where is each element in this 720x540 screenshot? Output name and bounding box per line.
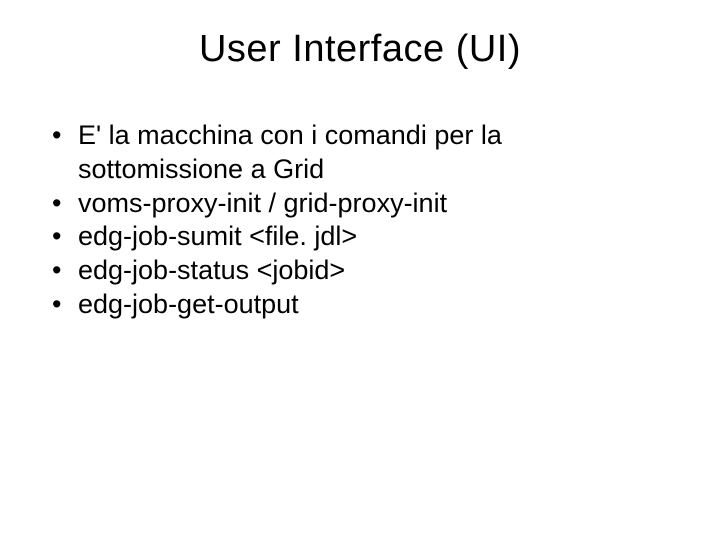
list-item: edg-job-get-output [48,288,672,322]
bullet-list: E' la macchina con i comandi per la sott… [48,119,672,322]
list-item: E' la macchina con i comandi per la sott… [48,119,672,187]
slide-title: User Interface (UI) [48,28,672,71]
list-item: voms-proxy-init / grid-proxy-init [48,187,672,221]
list-item: edg-job-sumit <file. jdl> [48,220,672,254]
list-item: edg-job-status <jobid> [48,254,672,288]
slide: User Interface (UI) E' la macchina con i… [0,0,720,540]
